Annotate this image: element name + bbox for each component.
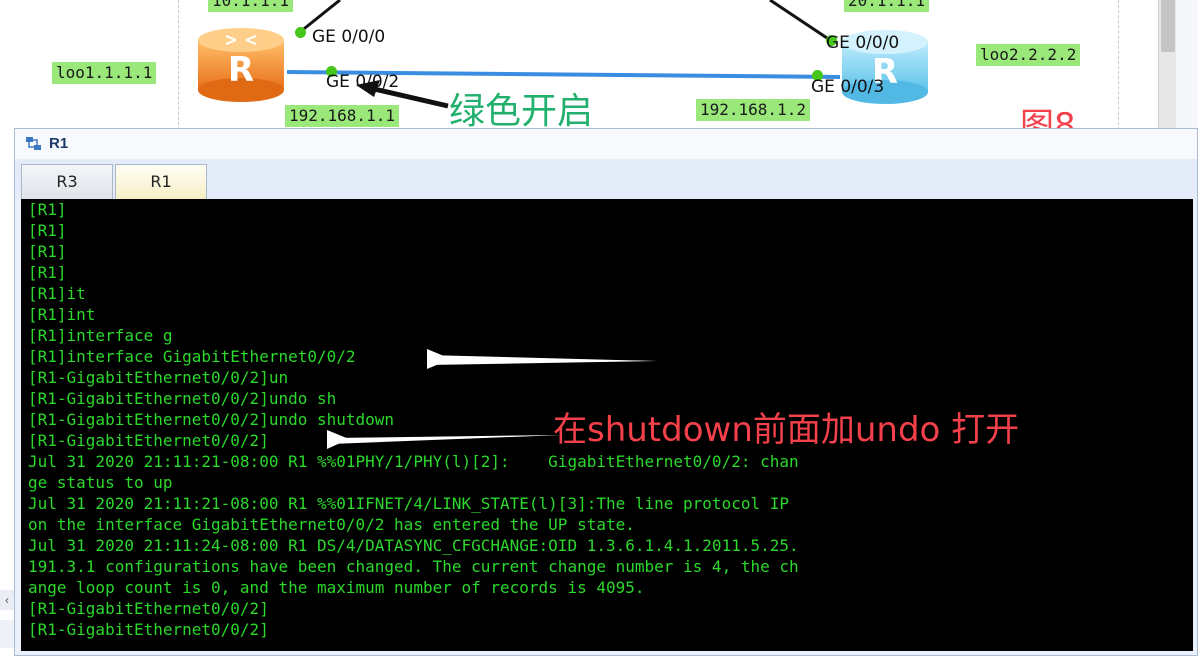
port-label-r1-ge000: GE 0/0/0: [312, 27, 386, 47]
tab-r1[interactable]: R1: [115, 164, 207, 199]
arrow-head: [427, 349, 451, 369]
label-loopback-r2: loo2.2.2.2: [976, 44, 1081, 66]
canvas-vertical-scrollbar[interactable]: [1158, 0, 1177, 135]
label-r2-ip: 192.168.1.2: [696, 99, 810, 121]
port-label-r1-ge002: GE 0/0/2: [326, 72, 400, 92]
network-device-icon: [26, 137, 41, 150]
port-status-dot: [295, 27, 306, 38]
label-top-right-ip: 20.1.1.1: [844, 0, 930, 12]
label-r1-ip: 192.168.1.1: [285, 105, 399, 127]
label-loopback-r1: loo1.1.1.1: [52, 62, 157, 84]
topology-links: [286, 0, 841, 109]
scrollbar-thumb[interactable]: [1161, 0, 1175, 52]
arrow-to-interface-line: [427, 355, 657, 365]
arrow-head: [327, 430, 349, 449]
annotation-green-on: 绿色开启: [449, 91, 594, 132]
window-title: R1: [49, 135, 69, 152]
arrow-to-prompt-line: [329, 435, 561, 444]
tab-r3[interactable]: R3: [21, 164, 113, 199]
scroll-left-arrow[interactable]: ‹: [0, 590, 14, 610]
annotation-undo-note: 在shutdown前面加undo 打开: [553, 410, 1020, 450]
left-panel-edge: [0, 620, 14, 648]
label-top-left-ip: 10.1.1.1: [208, 0, 294, 12]
link-r2-up: [769, 0, 831, 42]
window-title-bar[interactable]: R1: [15, 129, 1197, 160]
router-r1-letter: R: [227, 50, 255, 90]
terminal-window: R1 R3 R1 [R1] [R1] [R1] [R1] [R1]it [R1]…: [14, 128, 1198, 656]
router-r1[interactable]: R: [196, 26, 286, 104]
right-panel-edge: [1176, 0, 1198, 135]
port-label-r2-ge000: GE 0/0/0: [826, 33, 900, 53]
tab-bar: R3 R1: [15, 159, 1197, 199]
topology-canvas: 10.1.1.1 20.1.1.1 loo1.1.1.1 loo2.2.2.2 …: [0, 0, 1198, 146]
port-label-r2-ge003: GE 0/0/3: [811, 77, 885, 97]
